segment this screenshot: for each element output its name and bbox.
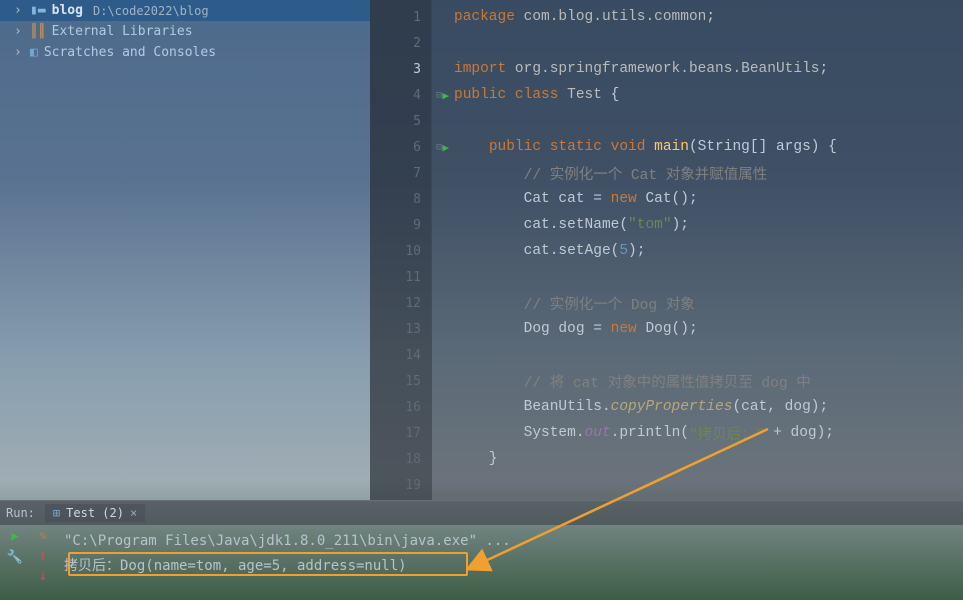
line-number[interactable]: 15 <box>370 368 431 394</box>
sidebar-item-external-libraries[interactable]: › ║║ External Libraries <box>0 21 370 42</box>
fold-marker[interactable] <box>432 368 446 394</box>
fold-marker[interactable] <box>432 342 446 368</box>
rerun-button[interactable]: ▶ <box>11 529 19 544</box>
line-number[interactable]: 13 <box>370 316 431 342</box>
fold-marker[interactable] <box>432 316 446 342</box>
fold-marker[interactable]: ⌃ <box>432 446 446 472</box>
chevron-right-icon: › <box>14 3 24 18</box>
project-name-label: blog <box>52 3 83 18</box>
line-number[interactable]: 10 <box>370 238 431 264</box>
code-line[interactable]: System.out.println("拷贝后：" + dog); <box>446 420 963 446</box>
code-line[interactable] <box>446 30 963 56</box>
sidebar-item-scratches[interactable]: › ◧ Scratches and Consoles <box>0 42 370 63</box>
run-tool-window: Run: ⊞ Test (2) × ▶ 🔧 ✎ ↑ ↓ "C:\Program … <box>0 500 963 600</box>
folder-icon: ▮▬ <box>30 3 46 18</box>
line-number[interactable]: 8 <box>370 186 431 212</box>
fold-marker[interactable] <box>432 290 446 316</box>
run-tab-label: Test (2) <box>66 506 124 520</box>
fold-marker[interactable] <box>432 4 446 30</box>
line-number[interactable]: 17 <box>370 420 431 446</box>
line-number[interactable]: 1 <box>370 4 431 30</box>
fold-marker[interactable] <box>432 30 446 56</box>
code-line[interactable] <box>446 472 963 498</box>
code-line[interactable]: Dog dog = new Dog(); <box>446 316 963 342</box>
line-number[interactable]: 16 <box>370 394 431 420</box>
code-editor[interactable]: 1234▶56▶78910111213141516171819 ⊟⊟⌃ pack… <box>370 0 963 500</box>
folding-column[interactable]: ⊟⊟⌃ <box>432 0 446 500</box>
console-line: "C:\Program Files\Java\jdk1.8.0_211\bin\… <box>64 529 955 553</box>
code-area[interactable]: package com.blog.utils.common; import org… <box>446 0 963 500</box>
fold-marker[interactable] <box>432 238 446 264</box>
run-gutter-icon[interactable]: ▶ <box>442 89 449 102</box>
sidebar-item-label: Scratches and Consoles <box>44 45 216 60</box>
fold-marker[interactable] <box>432 212 446 238</box>
code-line[interactable] <box>446 264 963 290</box>
code-line[interactable]: cat.setAge(5); <box>446 238 963 264</box>
fold-marker[interactable] <box>432 420 446 446</box>
line-number[interactable]: 12 <box>370 290 431 316</box>
settings-button[interactable]: 🔧 <box>7 550 23 565</box>
run-header: Run: ⊞ Test (2) × <box>0 501 963 525</box>
code-line[interactable]: // 将 cat 对象中的属性值拷贝至 dog 中 <box>446 368 963 394</box>
code-line[interactable] <box>446 108 963 134</box>
scroll-down-button[interactable]: ↓ <box>39 568 47 584</box>
editor-gutter[interactable]: 1234▶56▶78910111213141516171819 <box>370 0 432 500</box>
sidebar-item-label: External Libraries <box>52 24 193 39</box>
fold-marker[interactable] <box>432 264 446 290</box>
fold-marker[interactable] <box>432 472 446 498</box>
project-path-label: D:\code2022\blog <box>93 4 209 18</box>
code-line[interactable]: // 实例化一个 Dog 对象 <box>446 290 963 316</box>
code-line[interactable]: public class Test { <box>446 82 963 108</box>
console-output[interactable]: "C:\Program Files\Java\jdk1.8.0_211\bin\… <box>56 525 963 600</box>
code-line[interactable]: package com.blog.utils.common; <box>446 4 963 30</box>
run-toolbar-2: ✎ ↑ ↓ <box>30 525 56 600</box>
line-number[interactable]: 7 <box>370 160 431 186</box>
run-toolbar: ▶ 🔧 <box>0 525 30 600</box>
scroll-up-button[interactable]: ↑ <box>39 548 47 564</box>
line-number[interactable]: 3 <box>370 56 431 82</box>
line-number[interactable]: 4▶ <box>370 82 431 108</box>
libraries-icon: ║║ <box>30 24 46 39</box>
code-line[interactable]: } <box>446 446 963 472</box>
code-line[interactable]: import org.springframework.beans.BeanUti… <box>446 56 963 82</box>
scratches-icon: ◧ <box>30 45 38 60</box>
fold-marker[interactable] <box>432 56 446 82</box>
run-tab[interactable]: ⊞ Test (2) × <box>45 504 145 522</box>
test-icon: ⊞ <box>53 506 60 520</box>
line-number[interactable]: 6▶ <box>370 134 431 160</box>
line-number[interactable]: 19 <box>370 472 431 498</box>
fold-marker[interactable] <box>432 394 446 420</box>
chevron-right-icon: › <box>14 45 24 60</box>
line-number[interactable]: 2 <box>370 30 431 56</box>
close-icon[interactable]: × <box>130 506 137 520</box>
edit-icon[interactable]: ✎ <box>39 529 47 544</box>
line-number[interactable]: 18 <box>370 446 431 472</box>
code-line[interactable]: Cat cat = new Cat(); <box>446 186 963 212</box>
code-line[interactable]: cat.setName("tom"); <box>446 212 963 238</box>
console-line: 拷贝后：Dog(name=tom, age=5, address=null) <box>64 553 955 577</box>
fold-marker[interactable] <box>432 160 446 186</box>
run-title-label: Run: <box>6 506 35 520</box>
sidebar-item-blog[interactable]: › ▮▬ blog D:\code2022\blog <box>0 0 370 21</box>
code-line[interactable]: public static void main(String[] args) { <box>446 134 963 160</box>
line-number[interactable]: 9 <box>370 212 431 238</box>
line-number[interactable]: 11 <box>370 264 431 290</box>
code-line[interactable]: BeanUtils.copyProperties(cat, dog); <box>446 394 963 420</box>
project-sidebar[interactable]: › ▮▬ blog D:\code2022\blog › ║║ External… <box>0 0 370 500</box>
run-gutter-icon[interactable]: ▶ <box>442 141 449 154</box>
chevron-right-icon: › <box>14 24 24 39</box>
line-number[interactable]: 5 <box>370 108 431 134</box>
code-line[interactable]: // 实例化一个 Cat 对象并赋值属性 <box>446 160 963 186</box>
line-number[interactable]: 14 <box>370 342 431 368</box>
fold-marker[interactable] <box>432 108 446 134</box>
fold-marker[interactable] <box>432 186 446 212</box>
code-line[interactable] <box>446 342 963 368</box>
